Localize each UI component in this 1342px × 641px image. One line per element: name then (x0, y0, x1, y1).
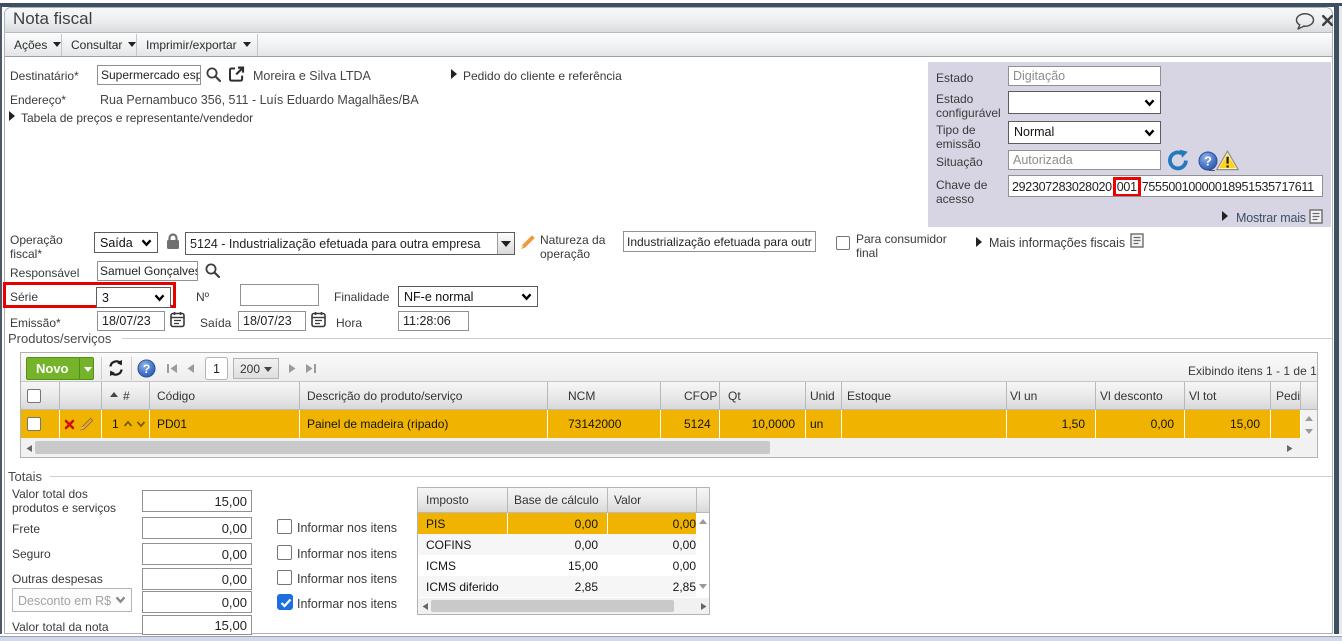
svg-text:?: ? (1204, 154, 1212, 169)
svg-text:?: ? (143, 362, 151, 376)
